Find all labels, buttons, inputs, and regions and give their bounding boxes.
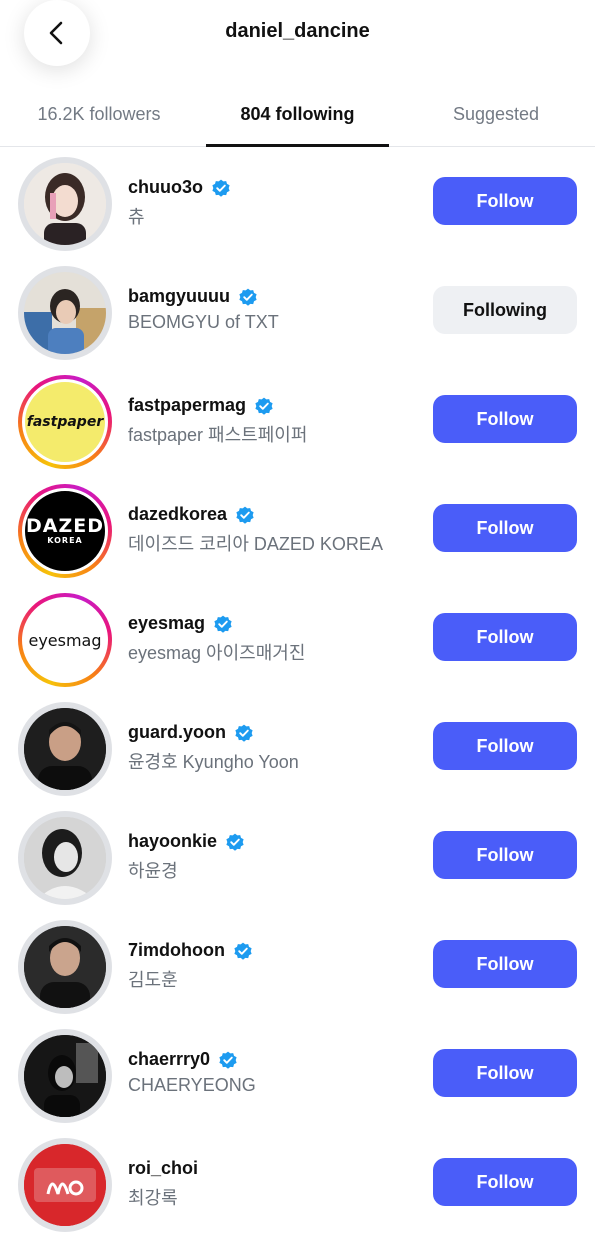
list-item[interactable]: DAZED KOREA dazedkorea 데이즈드 코리아 DAZED KO… <box>0 474 595 583</box>
username[interactable]: dazedkorea <box>128 504 227 525</box>
follow-button[interactable]: Follow <box>433 504 577 552</box>
full-name: 하윤경 <box>128 861 178 881</box>
avatar[interactable]: fastpaper <box>18 375 112 469</box>
profile-photo <box>24 1144 106 1226</box>
full-name: fastpaper 패스트페이퍼 <box>128 425 308 445</box>
full-name: 데이즈드 코리아 DAZED KOREA <box>128 534 383 554</box>
tab-following[interactable]: 804 following <box>206 90 389 147</box>
profile-photo <box>24 926 106 1008</box>
username[interactable]: 7imdohoon <box>128 940 225 961</box>
verified-badge-icon <box>234 942 252 960</box>
username[interactable]: chaerrry0 <box>128 1049 210 1070</box>
account-name-line: roi_choi <box>128 1158 198 1179</box>
profile-photo <box>24 272 106 354</box>
full-name: 최강록 <box>128 1188 178 1208</box>
follow-button[interactable]: Follow <box>433 613 577 661</box>
account-name-line: chuuo3o <box>128 177 231 198</box>
follow-button[interactable]: Follow <box>433 831 577 879</box>
top-bar: daniel_dancine <box>0 0 595 66</box>
list-item[interactable]: fastpaper fastpapermag fastpaper 패스트페이퍼 … <box>0 365 595 474</box>
full-name: 윤경호 Kyungho Yoon <box>128 752 299 772</box>
verified-badge-icon <box>226 833 244 851</box>
avatar[interactable] <box>18 1138 112 1232</box>
dazed-logo: DAZED <box>25 515 104 537</box>
tab-bar: 16.2K followers 804 following Suggested <box>0 90 595 147</box>
username[interactable]: chuuo3o <box>128 177 203 198</box>
account-name-line: 7imdohoon <box>128 940 253 961</box>
profile-photo <box>24 708 106 790</box>
profile-photo <box>24 1035 106 1117</box>
avatar[interactable]: DAZED KOREA <box>18 484 112 578</box>
verified-badge-icon <box>255 397 273 415</box>
full-name: 김도훈 <box>128 970 178 990</box>
follow-button[interactable]: Follow <box>433 177 577 225</box>
account-name-line: dazedkorea <box>128 504 255 525</box>
verified-badge-icon <box>219 1051 237 1069</box>
username[interactable]: eyesmag <box>128 613 205 634</box>
follow-button[interactable]: Follow <box>433 1049 577 1097</box>
account-name-line: fastpapermag <box>128 395 274 416</box>
avatar[interactable] <box>18 702 112 796</box>
avatar[interactable] <box>18 920 112 1014</box>
dazed-logo-sub: KOREA <box>47 536 83 545</box>
follow-button[interactable]: Follow <box>433 722 577 770</box>
profile-photo <box>24 817 106 899</box>
eyesmag-logo: eyesmag <box>28 630 102 650</box>
fastpaper-logo: fastpaper <box>26 414 104 430</box>
verified-badge-icon <box>239 288 257 306</box>
avatar[interactable] <box>18 157 112 251</box>
username[interactable]: roi_choi <box>128 1158 198 1179</box>
username[interactable]: guard.yoon <box>128 722 226 743</box>
verified-badge-icon <box>236 506 254 524</box>
list-item[interactable]: hayoonkie 하윤경 Follow <box>0 801 595 910</box>
list-item[interactable]: chaerrry0 CHAERYEONG Follow <box>0 1019 595 1128</box>
verified-badge-icon <box>212 179 230 197</box>
avatar[interactable] <box>18 1029 112 1123</box>
account-name-line: guard.yoon <box>128 722 254 743</box>
username[interactable]: hayoonkie <box>128 831 217 852</box>
list-item[interactable]: bamgyuuuu BEOMGYU of TXT Following <box>0 256 595 365</box>
full-name: 츄 <box>128 207 145 227</box>
verified-badge-icon <box>235 724 253 742</box>
account-name-line: eyesmag <box>128 613 233 634</box>
profile-photo <box>24 163 106 245</box>
full-name: eyesmag 아이즈매거진 <box>128 643 306 663</box>
list-item[interactable]: 7imdohoon 김도훈 Follow <box>0 910 595 1019</box>
full-name: CHAERYEONG <box>128 1075 256 1095</box>
list-item[interactable]: guard.yoon 윤경호 Kyungho Yoon Follow <box>0 692 595 801</box>
username[interactable]: fastpapermag <box>128 395 246 416</box>
page-title: daniel_dancine <box>225 20 370 42</box>
list-item[interactable]: roi_choi 최강록 Follow <box>0 1128 595 1237</box>
username[interactable]: bamgyuuuu <box>128 286 230 307</box>
follow-button[interactable]: Follow <box>433 940 577 988</box>
account-name-line: hayoonkie <box>128 831 245 852</box>
full-name: BEOMGYU of TXT <box>128 312 279 332</box>
account-name-line: chaerrry0 <box>128 1049 238 1070</box>
account-name-line: bamgyuuuu <box>128 286 258 307</box>
follow-button[interactable]: Follow <box>433 395 577 443</box>
tab-followers[interactable]: 16.2K followers <box>0 90 198 146</box>
following-button[interactable]: Following <box>433 286 577 334</box>
avatar[interactable] <box>18 266 112 360</box>
tab-suggested[interactable]: Suggested <box>397 90 595 146</box>
verified-badge-icon <box>214 615 232 633</box>
list-item[interactable]: chuuo3o 츄 Follow <box>0 147 595 256</box>
avatar[interactable] <box>18 811 112 905</box>
list-item[interactable]: eyesmag eyesmag eyesmag 아이즈매거진 Follow <box>0 583 595 692</box>
avatar[interactable]: eyesmag <box>18 593 112 687</box>
